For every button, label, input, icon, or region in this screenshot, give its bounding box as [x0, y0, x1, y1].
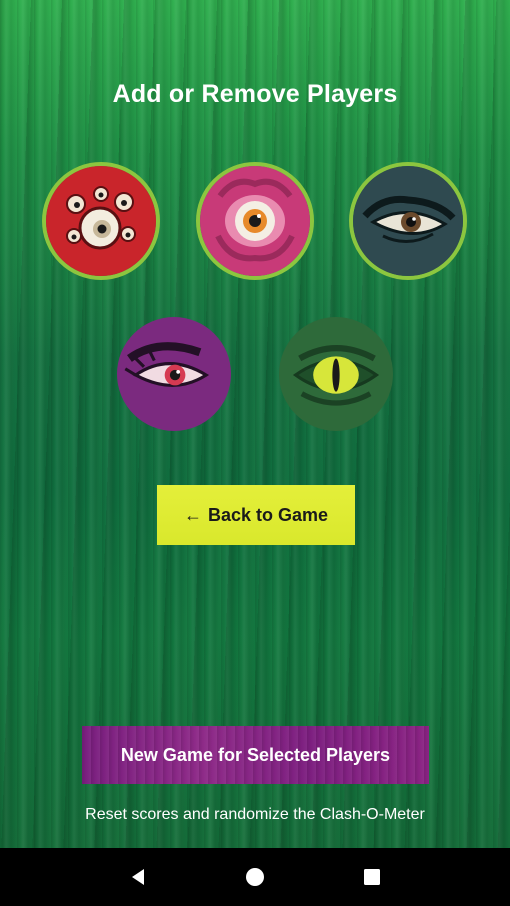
- green-reptile-eye-monster-icon: [279, 317, 393, 431]
- home-icon: [245, 868, 264, 886]
- back-to-game-button[interactable]: ← Back to Game: [157, 485, 355, 545]
- red-multi-eye-monster-icon: [46, 166, 156, 276]
- player-avatar-green-reptile-eye[interactable]: [279, 317, 393, 431]
- player-avatar-dark-teal-eye[interactable]: [349, 162, 467, 280]
- new-game-button[interactable]: New Game for Selected Players: [82, 726, 429, 784]
- recents-icon: [363, 869, 380, 885]
- player-avatar-red-multi-eye[interactable]: [42, 162, 160, 280]
- purple-lashed-eye-monster-icon: [117, 317, 231, 431]
- page-title: Add or Remove Players: [112, 80, 398, 108]
- back-icon: [132, 869, 145, 885]
- new-game-label: New Game for Selected Players: [120, 744, 391, 765]
- players-screen: Add or Remove Players ← Back to Game New…: [0, 0, 510, 848]
- player-avatar-pink-tentacle-eye[interactable]: [196, 162, 314, 280]
- nav-home-button[interactable]: [235, 857, 275, 897]
- player-avatar-purple-lashed-eye[interactable]: [117, 317, 231, 431]
- back-arrow-icon: ←: [183, 504, 202, 525]
- nav-back-button[interactable]: [118, 857, 158, 897]
- pink-tentacle-eye-monster-icon: [200, 166, 310, 276]
- nav-recents-button[interactable]: [352, 857, 392, 897]
- new-game-hint: Reset scores and randomize the Clash-O-M…: [85, 806, 425, 823]
- dark-teal-eye-monster-icon: [353, 166, 463, 276]
- back-to-game-label: Back to Game: [207, 504, 329, 525]
- system-navigation-bar: [0, 848, 510, 906]
